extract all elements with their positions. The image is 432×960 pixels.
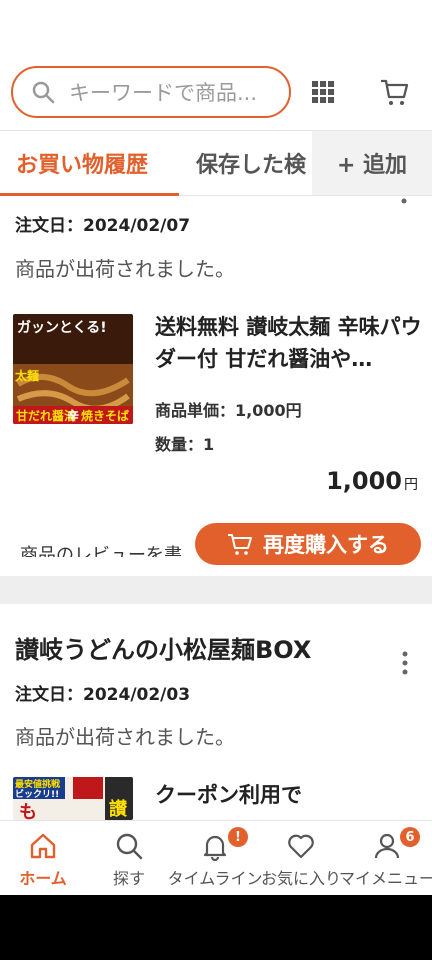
user-icon — [374, 833, 400, 859]
home-icon — [30, 833, 56, 859]
active-tab-indicator — [0, 193, 179, 196]
cart-icon — [228, 534, 252, 555]
order-status: 商品が出荷されました。 — [15, 725, 235, 749]
thumb-text: 焼きそば — [81, 408, 129, 423]
search-icon — [116, 833, 143, 860]
heart-icon — [288, 834, 314, 859]
nav-timeline[interactable]: タイムライン ! — [168, 821, 262, 895]
product-thumbnail[interactable]: 最安値挑戦 ビックリ!! も 讃 — [13, 777, 133, 820]
cart-icon[interactable] — [379, 77, 409, 107]
tab-bar: お買い物履歴 保存した検 + 追加 — [0, 130, 432, 196]
nav-label: タイムライン — [167, 869, 263, 888]
rebuy-button[interactable]: 再度購入する — [195, 523, 421, 565]
nav-favorites[interactable]: お気に入り — [258, 821, 344, 895]
quantity: 数量：1 — [155, 435, 215, 454]
notification-badge: ! — [228, 827, 248, 847]
bottom-nav: ホーム 探す タイムライン ! お気に入り マイメニュー 6 — [0, 820, 432, 895]
search-box[interactable]: キーワードで商品... — [11, 66, 291, 118]
order-list: 注文日：2024/02/07 商品が出荷されました。 ガッンとくる! 甘だれ醤油… — [0, 197, 432, 820]
order-date: 注文日：2024/02/03 — [15, 685, 191, 705]
write-review-link[interactable]: 商品のレビューを書 — [20, 541, 210, 557]
thumb-text: ガッンとくる! — [17, 320, 107, 336]
thumb-text: 太麺 — [15, 368, 39, 383]
more-options-icon[interactable] — [400, 197, 408, 205]
nav-my-menu[interactable]: マイメニュー 6 — [339, 821, 432, 895]
nav-label: マイメニュー — [339, 869, 432, 888]
search-input[interactable]: キーワードで商品... — [69, 77, 269, 107]
header: キーワードで商品... — [0, 0, 432, 130]
app-screen: キーワードで商品... お買い物履歴 保存した検 + 追加 注文日：2024/0… — [0, 0, 432, 895]
shop-name[interactable]: 讃岐うどんの小松屋麺BOX — [15, 630, 311, 665]
unit-price: 商品単価：1,000円 — [155, 401, 302, 420]
grid-menu-icon[interactable] — [311, 80, 335, 104]
tab-purchase-history[interactable]: お買い物履歴 — [16, 147, 148, 179]
product-thumbnail[interactable]: ガッンとくる! 甘だれ醤油 辛 焼きそば 太麺 — [13, 314, 133, 424]
product-image: ガッンとくる! 甘だれ醤油 辛 焼きそば 太麺 — [13, 314, 133, 424]
price-unit: 円 — [404, 477, 418, 493]
order-date: 注文日：2024/02/07 — [15, 216, 191, 236]
thumb-text: も — [19, 802, 37, 820]
rebuy-label: 再度購入する — [263, 533, 389, 557]
order-price: 1,000 円 — [326, 467, 418, 495]
add-tab-button[interactable]: + 追加 — [312, 131, 432, 195]
product-title[interactable]: クーポン利用で — [155, 779, 423, 811]
product-title[interactable]: 送料無料 讃岐太麺 辛味パウダー付 甘だれ醤油や… — [155, 311, 423, 375]
nav-label: お気に入り — [260, 869, 341, 888]
nav-label: ホーム — [19, 869, 67, 888]
notification-badge: 6 — [400, 827, 420, 847]
nav-search[interactable]: 探す — [86, 821, 172, 895]
more-options-icon[interactable] — [401, 651, 409, 675]
search-icon — [32, 81, 55, 104]
thumb-text: 讃 — [109, 799, 128, 820]
thumb-text: ビックリ!! — [15, 788, 59, 800]
thumb-text: 辛 — [67, 408, 79, 423]
order-status: 商品が出荷されました。 — [15, 257, 235, 281]
bell-icon — [203, 835, 227, 861]
tab-saved-search[interactable]: 保存した検 — [196, 147, 314, 179]
nav-home[interactable]: ホーム — [0, 821, 86, 895]
section-divider — [0, 576, 432, 604]
price-value: 1,000 — [326, 467, 402, 495]
thumb-text: 最安値挑戦 — [15, 778, 61, 790]
nav-label: 探す — [112, 869, 145, 888]
product-image: 最安値挑戦 ビックリ!! も 讃 — [13, 777, 133, 820]
